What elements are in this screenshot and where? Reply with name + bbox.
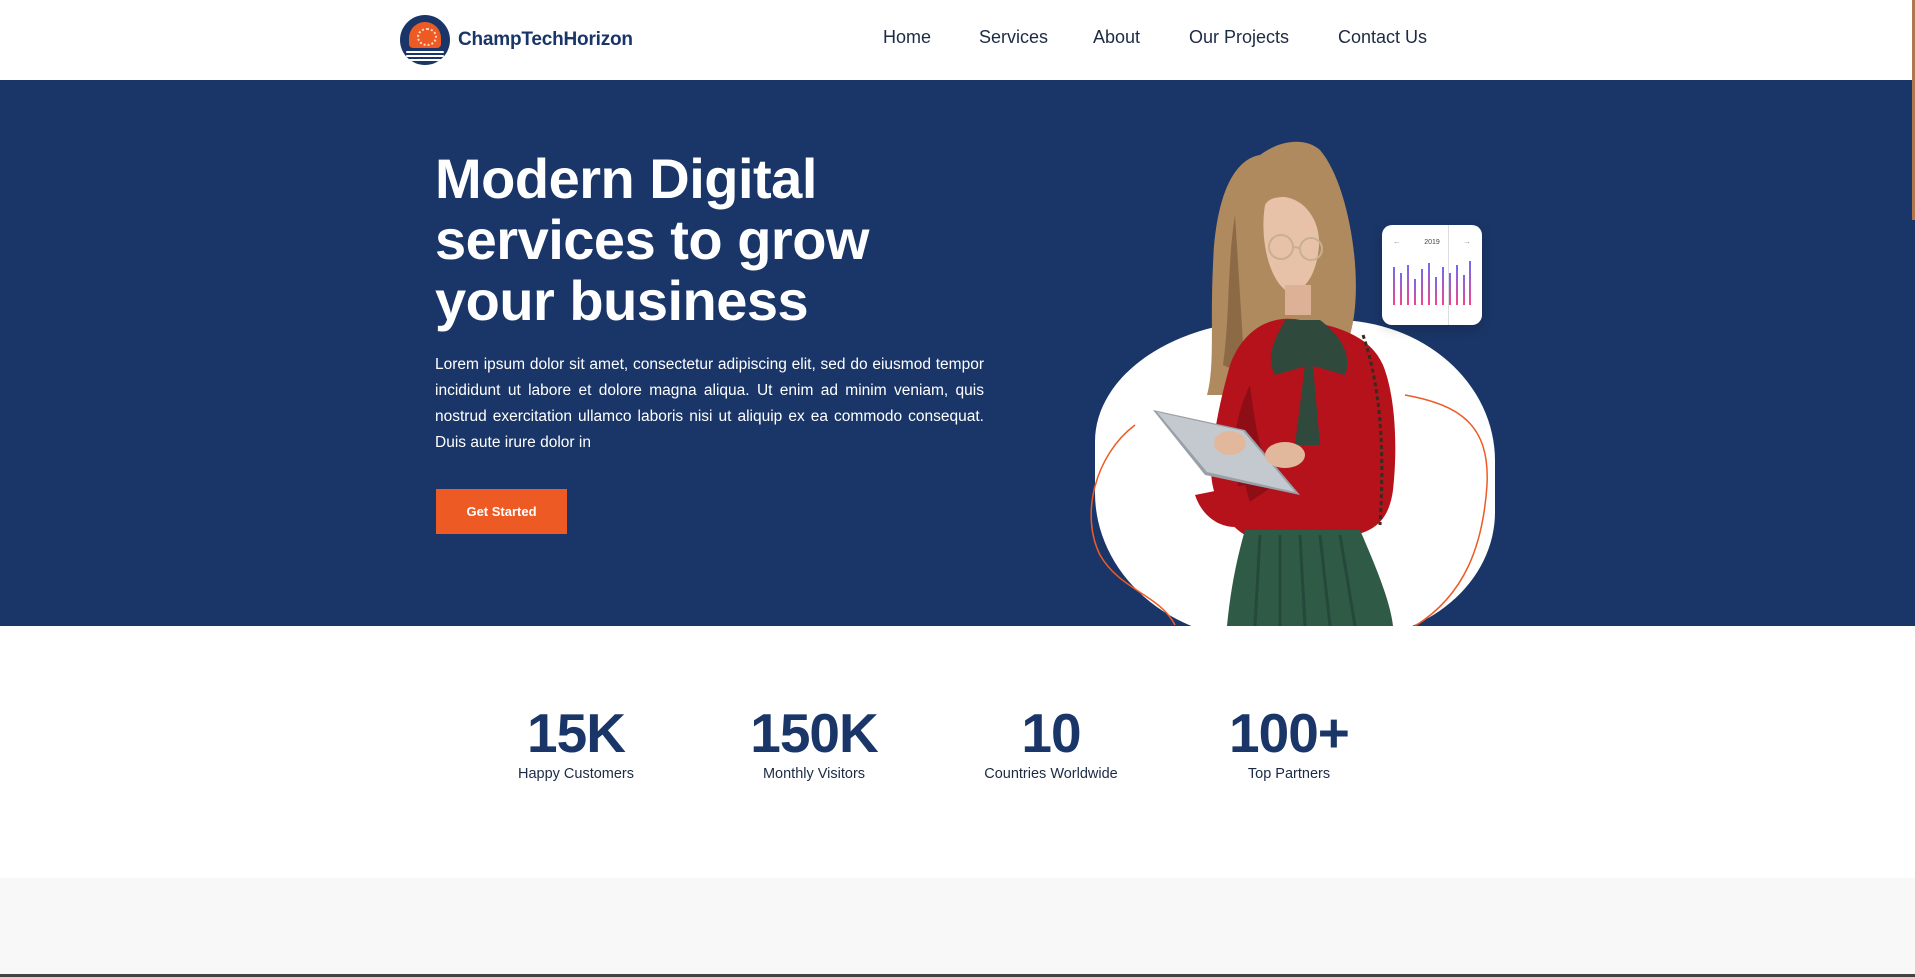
stat-value: 10 (1021, 702, 1081, 764)
arrow-right-icon: → (1463, 237, 1471, 246)
nav-contact-us[interactable]: Contact Us (1338, 27, 1427, 48)
mini-bar-chart-icon (1393, 261, 1471, 305)
hero-description: Lorem ipsum dolor sit amet, consectetur … (435, 356, 984, 451)
stat-happy-customers: 15K Happy Customers (456, 702, 696, 782)
stat-monthly-visitors: 150K Monthly Visitors (694, 702, 934, 782)
stat-countries-worldwide: 10 Countries Worldwide (931, 702, 1171, 782)
stats-section: 15K Happy Customers 150K Monthly Visitor… (0, 626, 1915, 878)
stat-value: 150K (750, 702, 878, 764)
next-section (0, 878, 1915, 977)
analytics-card: ← 2019 → (1382, 225, 1482, 325)
hero-section: Modern Digital services to grow your bus… (0, 80, 1915, 626)
stat-label: Countries Worldwide (984, 766, 1118, 782)
hero-title: Modern Digital services to grow your bus… (435, 147, 869, 332)
get-started-button[interactable]: Get Started (436, 489, 567, 534)
stat-label: Monthly Visitors (762, 766, 866, 782)
nav-about[interactable]: About (1093, 27, 1140, 48)
stat-label: Top Partners (1247, 766, 1331, 782)
woman-with-tablet-image (1153, 141, 1396, 626)
hero-illustration: ← 2019 → (1075, 125, 1515, 626)
stat-label: Happy Customers (517, 766, 635, 782)
stat-top-partners: 100+ Top Partners (1169, 702, 1409, 782)
navbar: ChampTechHorizon Home Services About Our… (0, 0, 1915, 80)
nav-services[interactable]: Services (979, 27, 1048, 48)
stat-value: 100+ (1229, 702, 1350, 764)
nav-home[interactable]: Home (883, 27, 931, 48)
nav-our-projects[interactable]: Our Projects (1189, 27, 1289, 48)
main-nav: Home Services About Our Projects Contact… (0, 27, 1915, 53)
stat-value: 15K (527, 702, 626, 764)
